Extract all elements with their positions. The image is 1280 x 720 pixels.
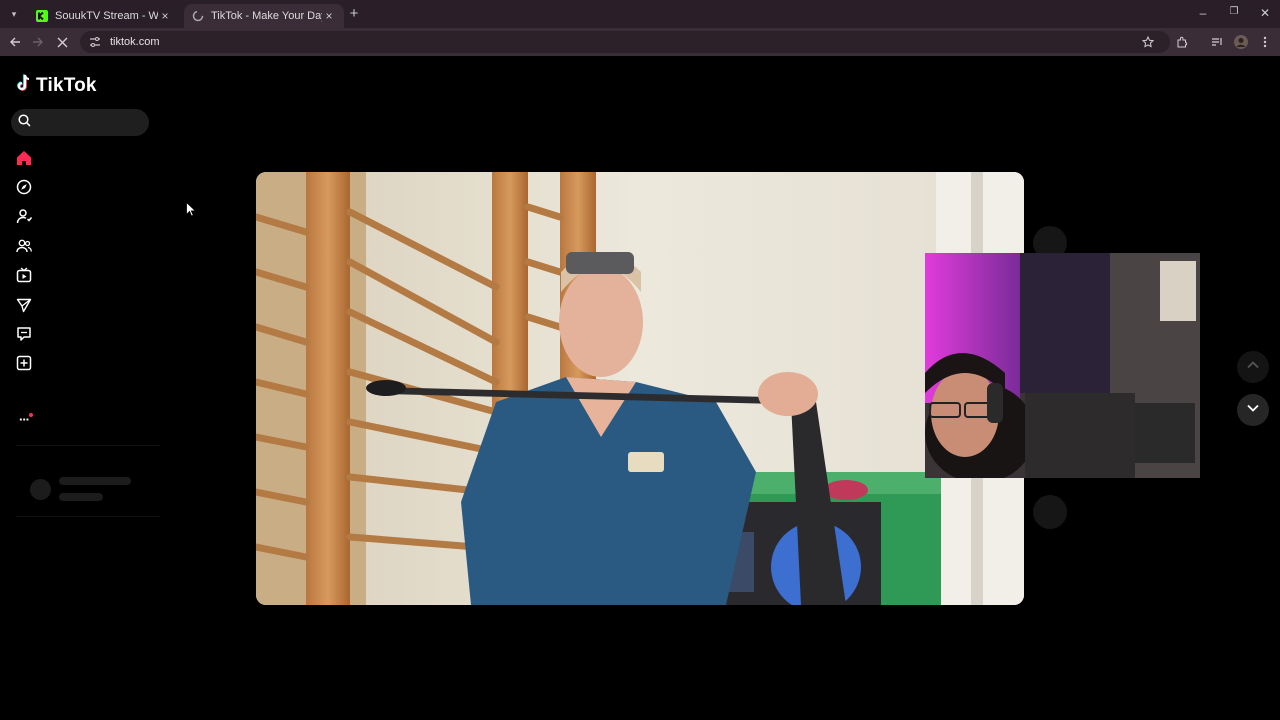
skeleton-line	[59, 493, 103, 501]
close-tab-icon[interactable]: ×	[158, 9, 172, 23]
extensions-icon[interactable]	[1173, 33, 1191, 51]
sidebar-divider	[16, 445, 160, 446]
loading-spinner-icon	[192, 10, 204, 22]
messages-icon[interactable]	[15, 296, 33, 314]
skeleton-avatar	[30, 479, 51, 500]
tab-title: SouukTV Stream - Watch Live o	[55, 10, 158, 22]
chevron-up-icon	[1246, 358, 1260, 377]
restore-button[interactable]: ❐	[1226, 6, 1242, 17]
streamer-webcam-overlay	[925, 253, 1200, 478]
tiktok-wordmark: TikTok	[36, 75, 97, 96]
live-icon[interactable]	[15, 266, 33, 284]
sidebar-divider	[16, 516, 160, 517]
tab-title: TikTok - Make Your Day	[211, 10, 322, 22]
notification-dot	[29, 413, 33, 417]
tab-tiktok[interactable]: TikTok - Make Your Day ×	[184, 4, 344, 28]
tab-souuktv[interactable]: SouukTV Stream - Watch Live o ×	[28, 4, 180, 28]
tiktok-page: TikTok ···	[0, 56, 1280, 720]
tab-search-menu-icon[interactable]: ▾	[5, 5, 23, 23]
minimize-button[interactable]: –	[1195, 6, 1211, 20]
browser-toolbar: tiktok.com	[0, 28, 1280, 56]
mouse-cursor-icon	[186, 201, 197, 222]
search-box[interactable]	[11, 109, 149, 136]
profile-avatar[interactable]	[1232, 33, 1250, 51]
back-arrow-icon[interactable]	[6, 33, 24, 51]
stop-loading-icon[interactable]	[53, 33, 71, 51]
home-icon[interactable]	[15, 149, 33, 167]
address-bar[interactable]: tiktok.com	[80, 31, 1170, 53]
upload-icon[interactable]	[15, 354, 33, 372]
next-video-button[interactable]	[1237, 394, 1269, 426]
video-frame	[256, 172, 1024, 605]
close-window-button[interactable]: ✕	[1257, 6, 1273, 20]
forward-arrow-icon[interactable]	[29, 33, 47, 51]
browser-menu-icon[interactable]	[1256, 33, 1274, 51]
close-tab-icon[interactable]: ×	[322, 9, 336, 23]
tiktok-note-icon	[16, 74, 33, 98]
video-player[interactable]	[256, 172, 1024, 605]
explore-icon[interactable]	[15, 178, 33, 196]
video-action-placeholder	[1033, 495, 1067, 529]
skeleton-line	[59, 477, 131, 485]
friends-icon[interactable]	[15, 237, 33, 255]
kick-icon	[36, 10, 48, 22]
url-text: tiktok.com	[110, 36, 160, 48]
previous-video-button[interactable]	[1237, 351, 1269, 383]
search-input[interactable]	[37, 115, 137, 130]
bookmark-star-icon[interactable]	[1139, 33, 1157, 51]
activity-icon[interactable]	[15, 325, 33, 343]
new-tab-button[interactable]: +	[346, 6, 362, 22]
chevron-down-icon	[1246, 401, 1260, 420]
media-controls-icon[interactable]	[1208, 33, 1226, 51]
search-icon	[18, 113, 31, 132]
site-info-icon[interactable]	[88, 35, 102, 49]
browser-tabstrip: ▾ SouukTV Stream - Watch Live o × TikTok…	[0, 0, 1280, 28]
following-icon[interactable]	[15, 207, 33, 225]
tiktok-logo[interactable]: TikTok	[16, 74, 97, 98]
